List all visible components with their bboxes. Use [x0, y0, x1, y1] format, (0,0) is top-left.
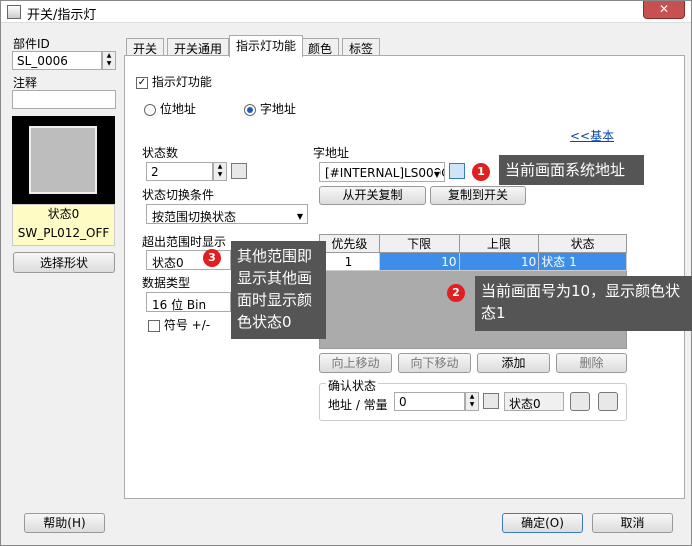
data-type-select[interactable]: 16 位 Bin: [146, 292, 231, 312]
out-range-value: 状态0: [152, 256, 184, 270]
word-addr-label: 字地址: [313, 146, 350, 160]
app-icon: [7, 5, 21, 19]
annotation-badge-2: 2: [447, 284, 465, 302]
comment-input[interactable]: [12, 90, 116, 109]
addr-const-input[interactable]: 0: [394, 392, 465, 411]
part-id-input[interactable]: SL_0006: [12, 51, 102, 70]
cell-lower[interactable]: 10: [378, 252, 460, 271]
indicator-func-label: 指示灯功能: [151, 75, 212, 89]
bit-address-label: 位地址: [159, 102, 196, 116]
address-input-icon[interactable]: [449, 163, 465, 179]
state-count-spinner[interactable]: ▲ ▼: [213, 162, 227, 181]
indicator-func-checkbox[interactable]: ✓ 指示灯功能: [136, 73, 212, 90]
tab-switch-common[interactable]: 开关通用: [167, 38, 230, 56]
tab-label[interactable]: 标签: [342, 38, 381, 56]
cell-upper[interactable]: 10: [458, 252, 540, 271]
add-button[interactable]: 添加: [477, 353, 550, 373]
move-down-button[interactable]: 向下移动: [398, 353, 471, 373]
word-address-label: 字地址: [259, 102, 296, 116]
close-button[interactable]: ✕: [643, 1, 685, 19]
cell-priority[interactable]: 1: [319, 252, 380, 271]
comment-label: 注释: [13, 76, 38, 90]
shape-preview: [12, 116, 115, 204]
tab-switch[interactable]: 开关: [126, 38, 165, 56]
chevron-down-icon: ▼: [296, 212, 303, 221]
col-upper[interactable]: 上限: [458, 234, 540, 253]
cancel-button[interactable]: 取消: [592, 513, 673, 533]
state-table[interactable]: 优先级 下限 上限 状态 1 10 10 状态 1: [319, 234, 627, 271]
select-shape-button[interactable]: 选择形状: [13, 252, 115, 273]
annotation-tooltip-2: 当前画面号为10，显示颜色状态1: [475, 276, 692, 331]
ok-button[interactable]: 确定(O): [502, 513, 583, 533]
help-button[interactable]: 帮助(H): [24, 513, 105, 533]
keypad-icon[interactable]: [231, 163, 247, 179]
addr-const-spinner[interactable]: ▲ ▼: [465, 392, 479, 411]
lamp-preview-shape: [29, 126, 97, 194]
tab-color[interactable]: 颜色: [301, 38, 340, 56]
checkbox-unchecked-icon: [148, 319, 160, 332]
radio-off-icon: [144, 103, 156, 116]
window-title: 开关/指示灯: [27, 8, 97, 23]
tab-indicator-function[interactable]: 指示灯功能: [229, 35, 304, 57]
copy-from-switch-button[interactable]: 从开关复制: [319, 186, 426, 205]
prev-state-icon[interactable]: [570, 392, 590, 411]
chevron-down-icon: ▼: [433, 170, 440, 179]
copy-to-switch-button[interactable]: 复制到开关: [430, 186, 526, 205]
preview-caption: 状态0 SW_PL012_OFF: [12, 204, 115, 246]
word-addr-value: [#INTERNAL]LS000C: [325, 166, 445, 180]
basic-link[interactable]: <<基本: [570, 127, 614, 144]
part-id-label: 部件ID: [13, 37, 50, 51]
switch-cond-select[interactable]: 按范围切换状态 ▼: [146, 204, 308, 224]
next-state-icon[interactable]: [598, 392, 618, 411]
preview-state-text: 状态0: [47, 207, 80, 221]
table-header-row: 优先级 下限 上限 状态: [319, 234, 627, 253]
keypad-icon[interactable]: [483, 393, 499, 409]
col-lower[interactable]: 下限: [378, 234, 460, 253]
annotation-badge-1: 1: [472, 163, 490, 181]
word-addr-select[interactable]: [#INTERNAL]LS000C ▼: [319, 162, 445, 182]
switch-cond-label: 状态切换条件: [142, 188, 215, 202]
out-range-label: 超出范围时显示: [142, 235, 227, 249]
sign-checkbox[interactable]: 符号 +/-: [148, 316, 210, 333]
table-row[interactable]: 1 10 10 状态 1: [319, 252, 627, 271]
title-bar: 开关/指示灯 ✕: [1, 1, 691, 23]
data-type-label: 数据类型: [142, 276, 191, 290]
move-up-button[interactable]: 向上移动: [319, 353, 392, 373]
annotation-tooltip-3: 其他范围即显示其他画面时显示颜色状态0: [231, 241, 326, 339]
state-count-input[interactable]: 2: [146, 162, 213, 181]
dialog-window: 开关/指示灯 ✕ 部件ID SL_0006 ▲ ▼ 注释 状态0 SW_PL012…: [0, 0, 692, 546]
data-type-value: 16 位 Bin: [152, 298, 207, 312]
switch-cond-value: 按范围切换状态: [152, 210, 237, 224]
annotation-badge-3: 3: [203, 249, 221, 267]
bit-address-radio[interactable]: 位地址: [144, 100, 196, 117]
col-state[interactable]: 状态: [538, 234, 627, 253]
col-priority[interactable]: 优先级: [319, 234, 380, 253]
word-address-radio[interactable]: 字地址: [244, 100, 296, 117]
cell-state[interactable]: 状态 1: [538, 252, 627, 271]
annotation-tooltip-1: 当前画面系统地址: [499, 155, 644, 185]
sign-label: 符号 +/-: [163, 318, 211, 332]
preview-shape-name: SW_PL012_OFF: [17, 226, 110, 240]
addr-const-label: 地址 / 常量: [328, 398, 388, 412]
delete-button[interactable]: 删除: [556, 353, 627, 373]
checkbox-checked-icon: ✓: [136, 76, 148, 89]
state-count-label: 状态数: [142, 146, 179, 160]
confirm-group-label: 确认状态: [326, 377, 379, 394]
radio-on-icon: [244, 103, 256, 116]
part-id-spinner[interactable]: ▲ ▼: [102, 51, 116, 70]
confirm-state-display: 状态0: [504, 392, 564, 411]
